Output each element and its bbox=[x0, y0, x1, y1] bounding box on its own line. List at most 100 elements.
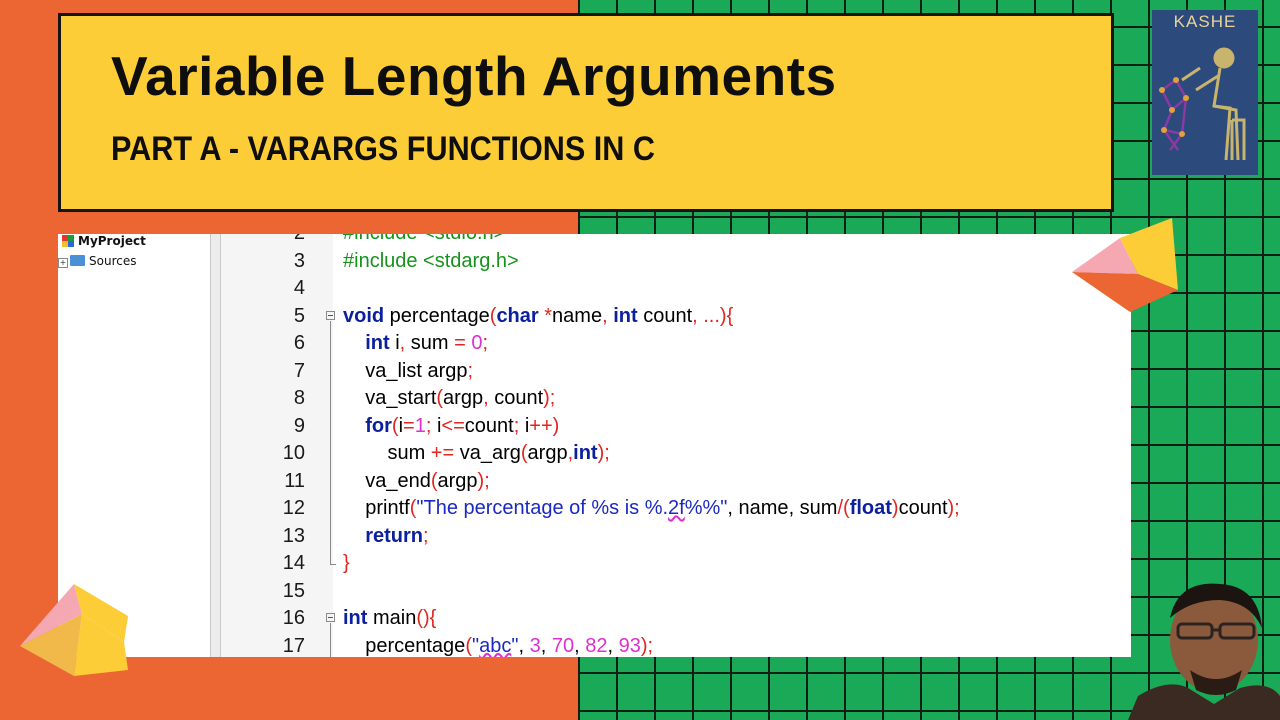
code-token: ); bbox=[640, 634, 654, 657]
code-text: sum += va_arg(argp,int); bbox=[343, 440, 609, 468]
code-line[interactable]: 15 bbox=[221, 578, 1131, 606]
code-token: * bbox=[544, 304, 553, 327]
decorative-cube bbox=[1072, 218, 1178, 312]
fold-toggle-icon[interactable] bbox=[326, 613, 335, 622]
folder-icon bbox=[70, 255, 85, 266]
code-text: int i, sum = 0; bbox=[343, 330, 488, 358]
code-line[interactable]: 5 void percentage(char *name, int count, … bbox=[221, 303, 1131, 331]
code-token: count bbox=[488, 387, 544, 409]
code-text: return; bbox=[343, 523, 428, 551]
code-token: 1 bbox=[414, 414, 426, 437]
code-text: int main(){ bbox=[343, 605, 436, 633]
code-token: ); bbox=[477, 469, 490, 492]
code-token: (){ bbox=[416, 607, 437, 629]
code-text: void percentage(char *name, int count, .… bbox=[343, 303, 733, 331]
line-number: 15 bbox=[282, 579, 305, 602]
code-token: += bbox=[430, 442, 455, 464]
code-line[interactable]: 2 #include <stdio.h> bbox=[221, 234, 1131, 248]
code-token: sum bbox=[343, 442, 431, 464]
code-token: for bbox=[365, 414, 392, 437]
line-number: 14 bbox=[282, 552, 305, 574]
title-banner: Variable Length Arguments PART A - VARAR… bbox=[58, 13, 1114, 212]
code-token: %%" bbox=[684, 497, 728, 519]
line-number: 8 bbox=[293, 387, 305, 409]
code-text: for(i=1; i<=count; i++) bbox=[343, 413, 559, 441]
code-line[interactable]: 13 return; bbox=[221, 523, 1131, 551]
code-token: 2f bbox=[668, 497, 685, 519]
code-text: #include <stdarg.h> bbox=[343, 248, 519, 276]
code-token: abc bbox=[479, 634, 512, 657]
code-token: ) bbox=[891, 497, 899, 519]
expand-icon[interactable]: + bbox=[58, 258, 68, 268]
code-token: ( bbox=[430, 469, 438, 492]
code-token: va_arg bbox=[454, 442, 521, 464]
code-line[interactable]: 16 int main(){ bbox=[221, 605, 1131, 633]
code-token: 70 bbox=[551, 634, 575, 657]
code-token: argp bbox=[437, 469, 478, 492]
code-token: int bbox=[573, 442, 598, 464]
code-token: ); bbox=[947, 497, 960, 519]
code-token: #include <stdarg.h> bbox=[343, 249, 519, 272]
code-line[interactable]: 8 va_start(argp, count); bbox=[221, 385, 1131, 413]
code-line[interactable]: 3 #include <stdarg.h> bbox=[221, 248, 1131, 276]
tree-item-sources[interactable]: + Sources bbox=[58, 254, 136, 268]
code-token: = bbox=[403, 414, 415, 437]
code-token: count bbox=[898, 497, 948, 519]
code-line[interactable]: 17 percentage("abc", 3, 70, 82, 93); bbox=[221, 633, 1131, 658]
fold-guide bbox=[330, 320, 331, 544]
code-token: percentage bbox=[384, 304, 490, 327]
code-token: ; bbox=[467, 359, 474, 382]
tree-item-project[interactable]: MyProject bbox=[62, 234, 146, 248]
code-line[interactable]: 4 bbox=[221, 275, 1131, 303]
code-token: sum bbox=[794, 497, 838, 519]
code-line[interactable]: 12 printf("The percentage of %s is %.2f%… bbox=[221, 495, 1131, 523]
code-token: int bbox=[343, 607, 368, 629]
decorative-cube bbox=[20, 584, 128, 676]
pane-splitter[interactable] bbox=[210, 234, 221, 657]
code-token: return bbox=[365, 524, 424, 547]
presenter-webcam bbox=[1128, 578, 1280, 720]
code-token: count bbox=[464, 414, 514, 437]
code-token: ( bbox=[465, 634, 472, 657]
code-token: name bbox=[552, 304, 603, 327]
line-number: 10 bbox=[282, 442, 305, 464]
code-token: ; bbox=[482, 332, 489, 354]
code-token: void bbox=[343, 304, 385, 327]
code-token: count bbox=[637, 304, 693, 327]
code-token: float bbox=[849, 497, 892, 519]
code-token: "The percentage of %s is %. bbox=[416, 497, 669, 519]
line-number: 3 bbox=[293, 249, 305, 272]
code-line[interactable]: 14} bbox=[221, 544, 1131, 578]
code-token: } bbox=[343, 552, 350, 574]
code-line[interactable]: 11 va_end(argp); bbox=[221, 468, 1131, 496]
code-token: argp bbox=[443, 387, 484, 409]
code-token: percentage bbox=[343, 634, 466, 657]
code-token: va_start bbox=[343, 387, 437, 409]
code-line[interactable]: 7 va_list argp; bbox=[221, 358, 1131, 386]
code-line[interactable]: 10 sum += va_arg(argp,int); bbox=[221, 440, 1131, 468]
code-token: ); bbox=[543, 387, 556, 409]
code-editor[interactable]: 2 #include <stdio.h> 3 #include <stdarg.h> 4… bbox=[221, 234, 1131, 657]
code-line[interactable]: 9 for(i=1; i<=count; i++) bbox=[221, 413, 1131, 441]
code-token: ( bbox=[391, 414, 399, 437]
code-token: name bbox=[732, 497, 789, 519]
code-text: va_start(argp, count); bbox=[343, 385, 555, 413]
fold-toggle-icon[interactable] bbox=[326, 310, 335, 320]
code-text: va_end(argp); bbox=[343, 468, 490, 496]
code-token: sum bbox=[405, 332, 455, 354]
person-at-desk-icon bbox=[1159, 47, 1246, 161]
tree-item-label: MyProject bbox=[78, 234, 146, 248]
line-number: 2 bbox=[221, 234, 305, 248]
code-token: int bbox=[365, 332, 390, 354]
channel-logo: KASHE bbox=[1152, 10, 1258, 175]
code-token: 82 bbox=[585, 634, 608, 657]
code-line[interactable]: 6 int i, sum = 0; bbox=[221, 330, 1131, 358]
code-text: printf("The percentage of %s is %.2f%%",… bbox=[343, 495, 960, 523]
code-token: = bbox=[454, 332, 466, 354]
code-token: i bbox=[431, 414, 442, 437]
code-token: <= bbox=[441, 414, 465, 437]
code-text: va_list argp; bbox=[343, 358, 473, 386]
code-token: ++) bbox=[529, 414, 560, 437]
